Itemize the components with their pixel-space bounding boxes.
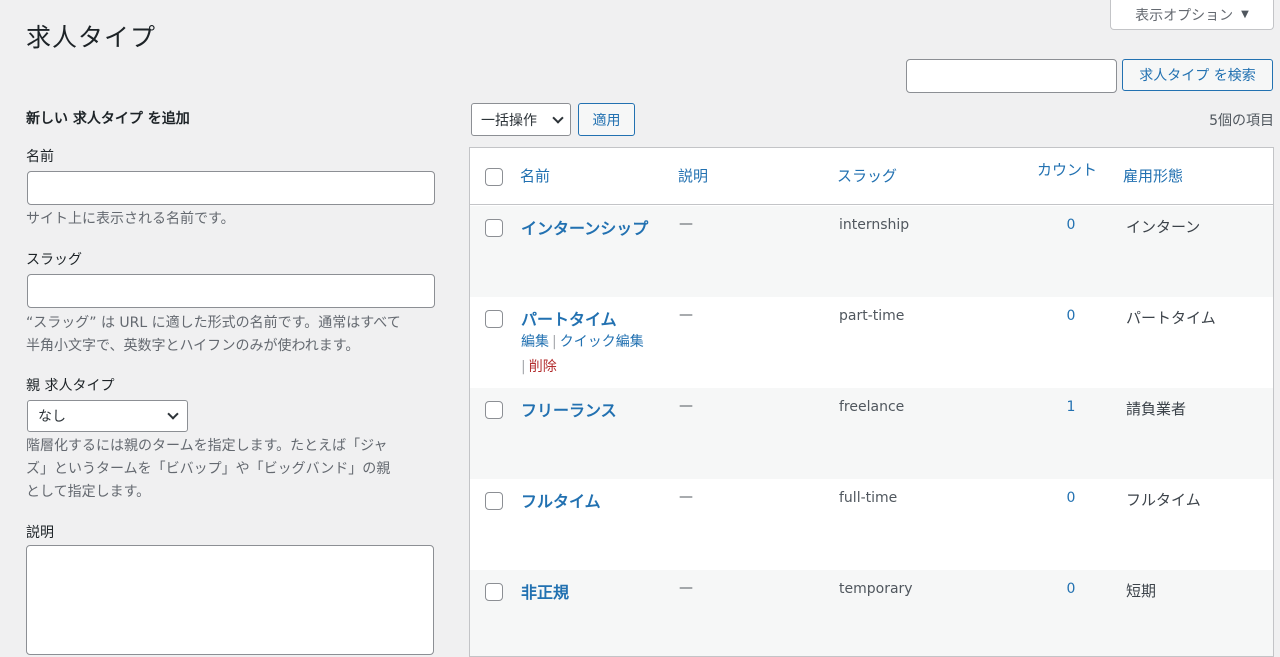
- row-checkbox[interactable]: [485, 583, 503, 601]
- term-name-link[interactable]: 非正規: [521, 579, 569, 603]
- row-checkbox[interactable]: [485, 401, 503, 419]
- term-name-link[interactable]: フルタイム: [521, 488, 601, 512]
- terms-table: 名前 説明 スラッグ カウント 雇用形態 インターンシップ — internsh…: [469, 147, 1274, 657]
- term-employment: フルタイム: [1126, 491, 1201, 509]
- term-count-link[interactable]: 0: [1066, 308, 1076, 324]
- parent-select-value: なし: [38, 409, 66, 425]
- term-name-link[interactable]: インターンシップ: [521, 215, 648, 239]
- row-checkbox[interactable]: [485, 492, 503, 510]
- parent-label: 親 求人タイプ: [26, 378, 115, 394]
- chevron-down-icon: [167, 408, 179, 420]
- page-title: 求人タイプ: [26, 23, 157, 52]
- screen-options-label: 表示オプション: [1135, 7, 1234, 24]
- term-count-link[interactable]: 0: [1066, 490, 1076, 506]
- term-description: —: [679, 307, 693, 323]
- row-checkbox[interactable]: [485, 310, 503, 328]
- term-description: —: [679, 580, 693, 596]
- column-header-employment[interactable]: 雇用形態: [1123, 165, 1183, 186]
- name-description: サイト上に表示される名前です。: [26, 211, 235, 227]
- slug-description-line1: “スラッグ” は URL に適した形式の名前です。通常はすべて: [26, 315, 401, 331]
- term-slug: freelance: [839, 399, 905, 415]
- term-employment: インターン: [1126, 218, 1201, 236]
- term-name-link[interactable]: フリーランス: [521, 397, 617, 421]
- term-slug: full-time: [839, 490, 898, 506]
- column-header-name[interactable]: 名前: [520, 165, 550, 186]
- term-employment: パートタイム: [1126, 309, 1216, 327]
- description-textarea[interactable]: [26, 545, 434, 655]
- parent-description-line3: として指定します。: [26, 484, 151, 500]
- column-header-slug[interactable]: スラッグ: [837, 165, 897, 186]
- table-row: パートタイム 編集 | クイック編集 | 削除 — part-time 0 パートタイ…: [470, 297, 1273, 388]
- term-count-link[interactable]: 0: [1066, 581, 1076, 597]
- term-employment: 短期: [1126, 582, 1157, 600]
- table-row: フリーランス — freelance 1 請負業者: [470, 388, 1273, 479]
- parent-description-line2: ズ」というタームを「ビバップ」や「ビッグバンド」の親: [26, 461, 391, 477]
- term-slug: internship: [839, 217, 910, 233]
- chevron-down-icon: [552, 111, 564, 124]
- name-field[interactable]: [27, 171, 435, 205]
- table-header: 名前 説明 スラッグ カウント 雇用形態: [470, 148, 1273, 205]
- row-actions: 編集 | クイック編集 | 削除: [521, 334, 644, 375]
- column-header-description[interactable]: 説明: [678, 165, 708, 186]
- parent-description-line1: 階層化するには親のタームを指定します。たとえば「ジャ: [26, 438, 388, 454]
- delete-link[interactable]: 削除: [529, 359, 557, 375]
- term-count-link[interactable]: 0: [1066, 217, 1076, 233]
- add-new-heading: 新しい 求人タイプ を追加: [26, 111, 190, 127]
- row-checkbox[interactable]: [485, 219, 503, 237]
- name-label: 名前: [26, 149, 54, 165]
- bulk-action-select[interactable]: 一括操作: [471, 103, 571, 136]
- term-employment: 請負業者: [1126, 400, 1187, 418]
- parent-select[interactable]: なし: [27, 400, 188, 432]
- table-row: インターンシップ — internship 0 インターン: [470, 206, 1273, 297]
- items-count: 5個の項目: [1209, 113, 1274, 129]
- quick-edit-link[interactable]: クイック編集: [560, 334, 644, 350]
- slug-field[interactable]: [27, 274, 435, 308]
- screen-options-button[interactable]: 表示オプション ▼: [1110, 0, 1274, 30]
- slug-description-line2: 半角小文字で、英数字とハイフンのみが使われます。: [26, 338, 360, 354]
- term-description: —: [679, 216, 693, 232]
- slug-label: スラッグ: [26, 252, 82, 268]
- select-all-checkbox[interactable]: [485, 168, 503, 186]
- description-label: 説明: [26, 525, 54, 541]
- search-input[interactable]: [906, 59, 1117, 93]
- bulk-action-value: 一括操作: [481, 112, 537, 129]
- term-description: —: [679, 398, 693, 414]
- term-count-link[interactable]: 1: [1066, 399, 1076, 415]
- term-slug: part-time: [839, 308, 905, 324]
- edit-link[interactable]: 編集: [521, 334, 549, 350]
- term-name-link[interactable]: パートタイム: [521, 306, 617, 330]
- search-button[interactable]: 求人タイプ を検索: [1122, 59, 1273, 91]
- triangle-down-icon: ▼: [1241, 9, 1249, 20]
- term-description: —: [679, 489, 693, 505]
- term-slug: temporary: [839, 581, 913, 597]
- column-header-count[interactable]: カウント: [1037, 159, 1097, 180]
- table-row: フルタイム — full-time 0 フルタイム: [470, 479, 1273, 570]
- apply-button[interactable]: 適用: [578, 103, 635, 136]
